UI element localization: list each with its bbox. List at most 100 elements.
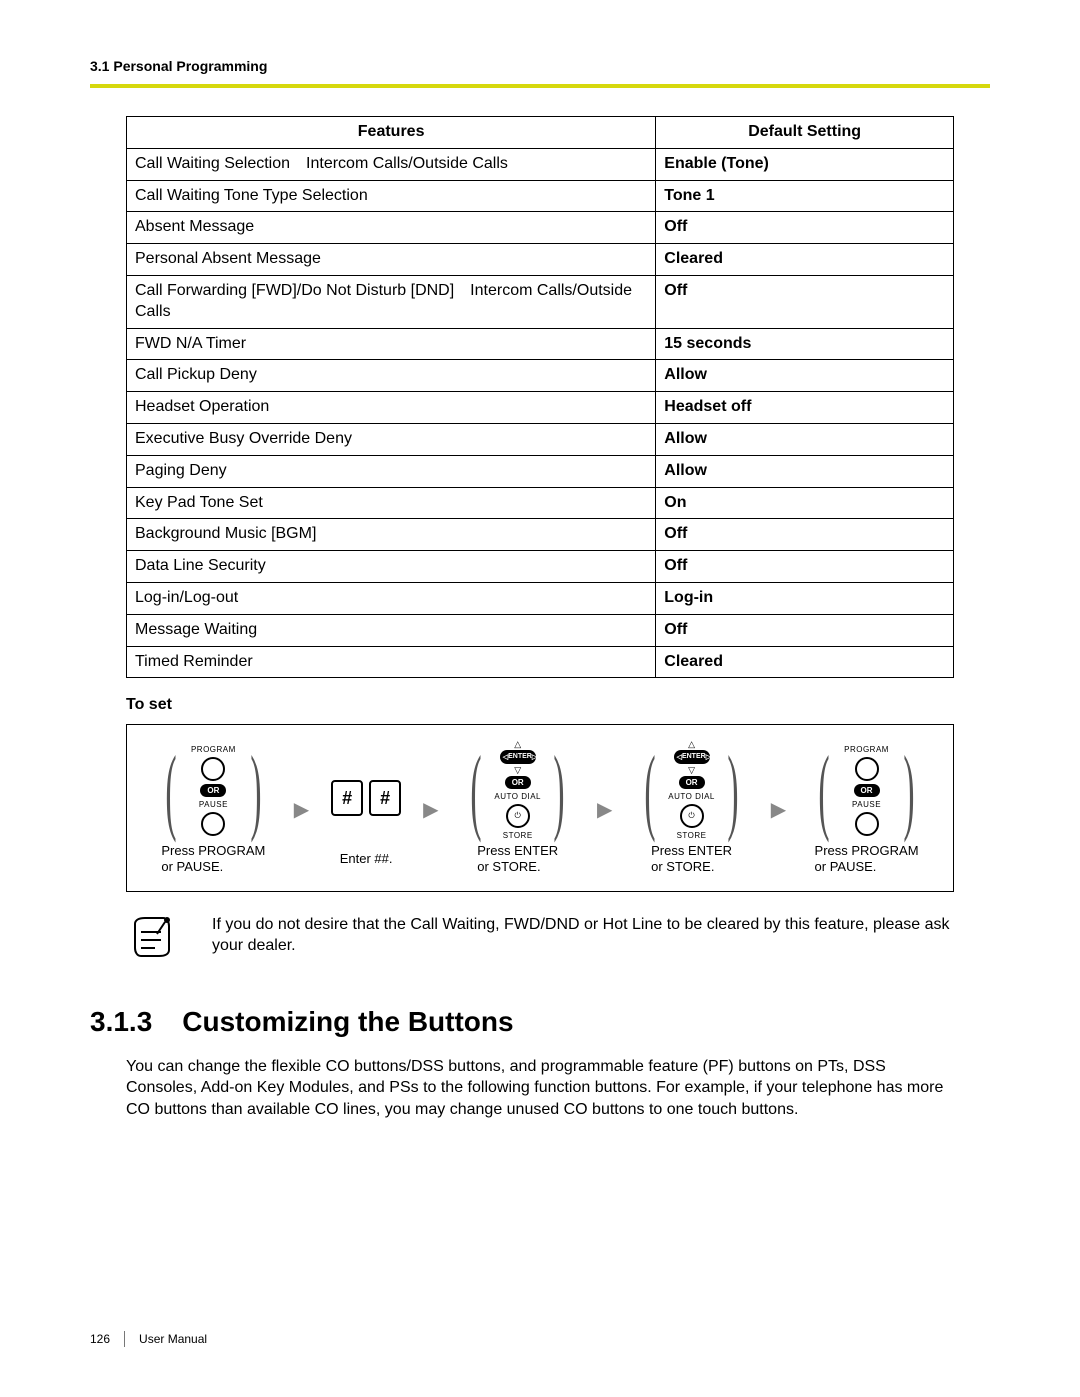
step-caption: Press PROGRAM or PAUSE. xyxy=(815,843,919,874)
table-row: Timed ReminderCleared xyxy=(127,646,954,678)
pause-button-icon xyxy=(855,812,879,836)
default-cell: Enable (Tone) xyxy=(656,148,954,180)
enter-button-icon: ◁ENTER▷ xyxy=(500,750,536,764)
table-header-row: Features Default Setting xyxy=(127,117,954,149)
footer-separator xyxy=(124,1331,125,1347)
default-cell: Cleared xyxy=(656,646,954,678)
default-cell: On xyxy=(656,487,954,519)
default-cell: Off xyxy=(656,551,954,583)
note-text: If you do not desire that the Call Waiti… xyxy=(212,914,954,957)
section-heading: 3.1.3 Customizing the Buttons xyxy=(90,1006,990,1038)
default-cell: Tone 1 xyxy=(656,180,954,212)
default-cell: Off xyxy=(656,519,954,551)
step-caption: Press ENTER or STORE. xyxy=(651,843,732,874)
procedure-step-3: ( △ ◁ENTER▷ ▽ OR AUTO DIAL ⏻ STORE xyxy=(460,745,575,874)
table-row: Call Forwarding [FWD]/Do Not Disturb [DN… xyxy=(127,275,954,328)
note-icon xyxy=(126,914,176,962)
table-row: Paging DenyAllow xyxy=(127,455,954,487)
table-row: Key Pad Tone SetOn xyxy=(127,487,954,519)
or-pill-icon: OR xyxy=(679,776,705,789)
table-row: Log-in/Log-outLog-in xyxy=(127,582,954,614)
page-number: 126 xyxy=(90,1332,110,1346)
arrow-icon: ▶ xyxy=(593,797,616,822)
default-cell: Allow xyxy=(656,423,954,455)
default-cell: Cleared xyxy=(656,244,954,276)
feature-cell: Call Forwarding [FWD]/Do Not Disturb [DN… xyxy=(127,275,656,328)
table-row: Call Waiting Tone Type SelectionTone 1 xyxy=(127,180,954,212)
procedure-step-1: ( PROGRAM OR PAUSE ) Press PROGRAM or PA… xyxy=(155,745,272,874)
program-label: PROGRAM xyxy=(844,745,889,754)
default-cell: Allow xyxy=(656,360,954,392)
default-cell: Off xyxy=(656,275,954,328)
feature-cell: Executive Busy Override Deny xyxy=(127,423,656,455)
step-caption: Enter ##. xyxy=(340,851,393,867)
autodial-label: AUTO DIAL xyxy=(668,792,715,801)
section-body: You can change the flexible CO buttons/D… xyxy=(126,1056,954,1121)
procedure-step-2: # # Enter ##. xyxy=(331,753,401,867)
pause-label: PAUSE xyxy=(199,800,228,809)
table-row: Personal Absent MessageCleared xyxy=(127,244,954,276)
keycap-hash-icon: # xyxy=(369,780,401,816)
feature-cell: Headset Operation xyxy=(127,392,656,424)
doc-title: User Manual xyxy=(139,1332,207,1346)
table-row: Headset OperationHeadset off xyxy=(127,392,954,424)
section-title: Customizing the Buttons xyxy=(182,1006,513,1038)
note-block: If you do not desire that the Call Waiti… xyxy=(126,914,954,962)
default-cell: Allow xyxy=(656,455,954,487)
table-row: Executive Busy Override DenyAllow xyxy=(127,423,954,455)
accent-bar xyxy=(90,84,990,88)
default-cell: Headset off xyxy=(656,392,954,424)
table-row: Message WaitingOff xyxy=(127,614,954,646)
col-default: Default Setting xyxy=(656,117,954,149)
features-table: Features Default Setting Call Waiting Se… xyxy=(126,116,954,678)
arrow-icon: ▶ xyxy=(767,797,790,822)
feature-cell: Data Line Security xyxy=(127,551,656,583)
table-row: FWD N/A Timer15 seconds xyxy=(127,328,954,360)
keycap-hash-icon: # xyxy=(331,780,363,816)
feature-cell: Absent Message xyxy=(127,212,656,244)
to-set-heading: To set xyxy=(126,696,954,714)
store-label: STORE xyxy=(503,831,533,840)
feature-cell: Call Waiting Tone Type Selection xyxy=(127,180,656,212)
program-button-icon xyxy=(855,757,879,781)
feature-cell: Personal Absent Message xyxy=(127,244,656,276)
running-header: 3.1 Personal Programming xyxy=(90,58,990,84)
procedure-step-5: ( PROGRAM OR PAUSE ) Press PROGRAM or PA… xyxy=(808,745,925,874)
feature-cell: Timed Reminder xyxy=(127,646,656,678)
store-button-icon: ⏻ xyxy=(506,804,530,828)
pause-label: PAUSE xyxy=(852,800,881,809)
enter-button-icon: ◁ENTER▷ xyxy=(674,750,710,764)
document-page: 3.1 Personal Programming Features Defaul… xyxy=(0,0,1080,1397)
table-row: Data Line SecurityOff xyxy=(127,551,954,583)
arrow-icon: ▶ xyxy=(419,797,442,822)
feature-cell: Key Pad Tone Set xyxy=(127,487,656,519)
or-pill-icon: OR xyxy=(200,784,226,797)
table-row: Background Music [BGM]Off xyxy=(127,519,954,551)
feature-cell: FWD N/A Timer xyxy=(127,328,656,360)
store-label: STORE xyxy=(677,831,707,840)
feature-cell: Log-in/Log-out xyxy=(127,582,656,614)
procedure-box: ( PROGRAM OR PAUSE ) Press PROGRAM or PA… xyxy=(126,724,954,891)
default-cell: 15 seconds xyxy=(656,328,954,360)
arrow-icon: ▶ xyxy=(290,797,313,822)
down-caret-icon: ▽ xyxy=(688,767,695,773)
or-pill-icon: OR xyxy=(854,784,880,797)
or-pill-icon: OR xyxy=(505,776,531,789)
down-caret-icon: ▽ xyxy=(514,767,521,773)
feature-cell: Call Waiting Selection Intercom Calls/Ou… xyxy=(127,148,656,180)
store-button-icon: ⏻ xyxy=(680,804,704,828)
procedure-step-4: ( △ ◁ENTER▷ ▽ OR AUTO DIAL ⏻ STORE xyxy=(634,745,749,874)
feature-cell: Paging Deny xyxy=(127,455,656,487)
program-button-icon xyxy=(201,757,225,781)
default-cell: Off xyxy=(656,614,954,646)
default-cell: Log-in xyxy=(656,582,954,614)
table-row: Call Pickup DenyAllow xyxy=(127,360,954,392)
table-row: Absent MessageOff xyxy=(127,212,954,244)
feature-cell: Background Music [BGM] xyxy=(127,519,656,551)
program-label: PROGRAM xyxy=(191,745,236,754)
feature-cell: Call Pickup Deny xyxy=(127,360,656,392)
pause-button-icon xyxy=(201,812,225,836)
section-number: 3.1.3 xyxy=(90,1006,152,1038)
table-row: Call Waiting Selection Intercom Calls/Ou… xyxy=(127,148,954,180)
default-cell: Off xyxy=(656,212,954,244)
